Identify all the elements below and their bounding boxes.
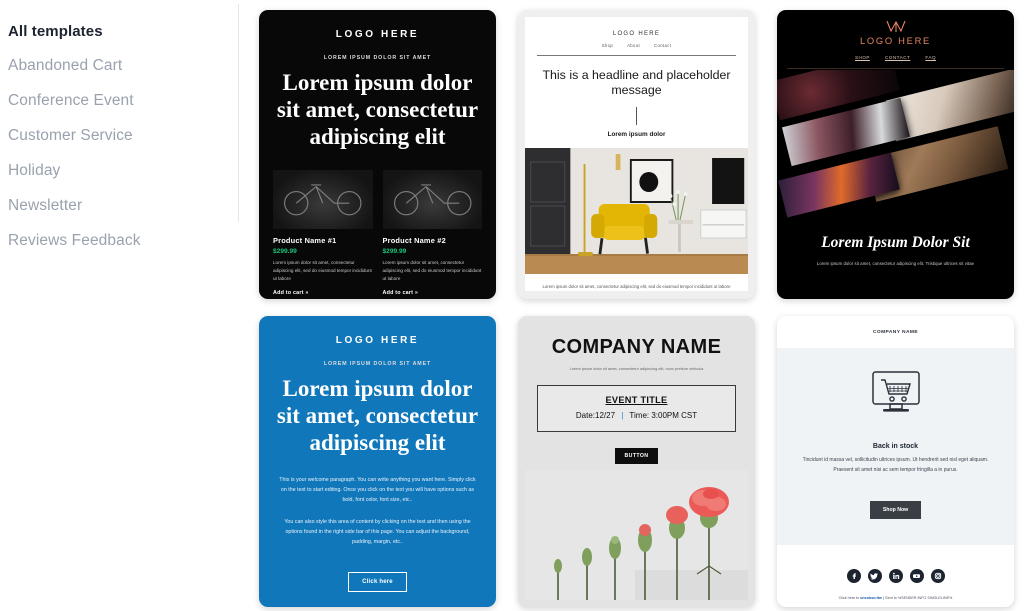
template-grid: LOGO HERE LOREM IPSUM DOLOR SIT AMET Lor… — [239, 0, 1024, 611]
sidebar-item-newsletter[interactable]: Newsletter — [4, 188, 239, 223]
template-card-product-promo-dark[interactable]: LOGO HERE LOREM IPSUM DOLOR SIT AMET Lor… — [259, 10, 496, 299]
instagram-icon[interactable] — [930, 568, 945, 583]
sidebar-item-reviews-feedback[interactable]: Reviews Feedback — [4, 223, 239, 258]
nav-link-contact[interactable]: CONTACT — [885, 55, 910, 60]
template-card-gallery-dark[interactable]: LOGO HERE SHOP CONTACT FAQ Lorem Ipsum D… — [777, 10, 1014, 299]
angled-artwork-tiles — [777, 70, 1014, 232]
card6-text: Tincidunt id massa vel, sollicitudin ult… — [802, 457, 989, 473]
w-monogram-icon — [777, 10, 1014, 33]
sidebar-item-conference-event[interactable]: Conference Event — [4, 83, 239, 118]
w-monogram-glyph — [885, 20, 906, 33]
product-name: Product Name #1 — [273, 235, 337, 245]
decorative-stem — [636, 107, 637, 126]
card4-paragraph-2: You can also style this area of content … — [284, 518, 471, 546]
unsubscribe-link[interactable]: unsubscribe — [860, 596, 882, 600]
product-price: $299.99 — [273, 247, 297, 255]
sidebar-item-customer-service[interactable]: Customer Service — [4, 118, 239, 153]
card6-footer: Click here to unsubscribe | Sent to %SEN… — [777, 583, 1014, 600]
youtube-icon[interactable] — [909, 568, 924, 583]
card2-inner: LOGO HERE Shop About Contact This is a h… — [525, 17, 748, 291]
card6-button-wrap: Shop Now — [793, 476, 998, 519]
social-links — [777, 545, 1014, 583]
event-button[interactable]: BUTTON — [614, 448, 659, 464]
card5-button-wrap: BUTTON — [525, 432, 748, 464]
bicycle-icon — [284, 184, 362, 216]
event-details-box: EVENT TITLE Date:12/27 | Time: 3:00PM CS… — [537, 385, 736, 432]
sidebar-item-holiday[interactable]: Holiday — [4, 153, 239, 188]
card3-headline: Lorem Ipsum Dolor Sit — [821, 234, 970, 251]
card1-logo: LOGO HERE — [335, 29, 420, 40]
bicycle-icon — [393, 184, 471, 216]
add-to-cart-link[interactable]: Add to cart » — [273, 290, 373, 296]
card1-headline: Lorem ipsum dolor sit amet, consectetur … — [276, 70, 479, 149]
nav-link-contact[interactable]: Contact — [654, 43, 671, 48]
card4-logo: LOGO HERE — [335, 335, 420, 346]
card2-headline: This is a headline and placeholder messa… — [542, 68, 731, 98]
facebook-icon[interactable] — [846, 568, 861, 583]
bicycle-photo — [382, 169, 482, 229]
living-room-photo — [525, 148, 748, 275]
monitor-cart-glyph — [871, 371, 920, 412]
living-room-illustration — [525, 148, 748, 275]
card3-logo: LOGO HERE — [859, 35, 932, 46]
nav-link-shop[interactable]: SHOP — [855, 55, 870, 60]
card6-title: Back in stock — [872, 443, 919, 450]
card2-footer-text: Lorem ipsum dolor sit amet, consectetur … — [542, 284, 731, 290]
card5-tagline: Lorem ipsum dolor sit amet, consectetur … — [569, 366, 704, 371]
event-time: Time: 3:00PM CST — [629, 411, 698, 420]
monitor-shopping-cart-icon — [793, 370, 998, 421]
card4-paragraph-1: This is your welcome paragraph. You can … — [279, 476, 476, 504]
card1-kicker: LOREM IPSUM DOLOR SIT AMET — [323, 55, 432, 61]
event-title: EVENT TITLE — [605, 395, 668, 405]
shop-now-button[interactable]: Shop Now — [869, 500, 922, 519]
nav-link-about[interactable]: About — [627, 43, 640, 48]
footer-prefix: Click here to — [838, 595, 861, 600]
flower-growth-illustration — [525, 470, 748, 600]
add-to-cart-link[interactable]: Add to cart » — [383, 290, 483, 296]
nav-link-faq[interactable]: FAQ — [925, 55, 936, 60]
card2-logo: LOGO HERE — [612, 31, 661, 37]
product-description: Lorem ipsum dolor sit amet, consectetur … — [382, 259, 482, 281]
card2-subheadline: Lorem ipsum dolor — [607, 131, 666, 139]
card4-kicker: LOREM IPSUM DOLOR SIT AMET — [323, 361, 432, 367]
template-card-event[interactable]: COMPANY NAME Lorem ipsum dolor sit amet,… — [518, 316, 755, 607]
template-card-minimal-headline[interactable]: LOGO HERE Shop About Contact This is a h… — [518, 10, 755, 299]
click-here-button[interactable]: Click here — [348, 571, 407, 592]
category-sidebar: All templates Abandoned Cart Conference … — [0, 0, 239, 611]
template-gallery-page: All templates Abandoned Cart Conference … — [0, 0, 1024, 611]
product-price: $299.99 — [382, 247, 407, 255]
template-card-welcome-blue[interactable]: LOGO HERE LOREM IPSUM DOLOR SIT AMET Lor… — [259, 316, 496, 607]
card5-inner: COMPANY NAME Lorem ipsum dolor sit amet,… — [525, 323, 748, 600]
product-description: Lorem ipsum dolor sit amet, consectetur … — [273, 259, 372, 281]
card6-body: Back in stock Tincidunt id massa vel, so… — [777, 348, 1014, 545]
card5-company-name: COMPANY NAME — [551, 336, 722, 358]
card3-nav: SHOP CONTACT FAQ — [777, 46, 1014, 60]
card4-headline: Lorem ipsum dolor sit amet, consectetur … — [276, 376, 479, 455]
twitter-icon[interactable] — [867, 568, 882, 583]
event-meta: Date:12/27 | Time: 3:00PM CST — [544, 405, 729, 420]
card6-company-name: COMPANY NAME — [872, 330, 919, 335]
card1-product-row: Product Name #1 $299.99 Lorem ipsum dolo… — [259, 151, 496, 296]
template-card-back-in-stock[interactable]: COMPANY NAME Back in stock Tincidunt id … — [777, 316, 1014, 607]
product-name: Product Name #2 — [382, 235, 446, 245]
nav-link-shop[interactable]: Shop — [602, 43, 613, 48]
product-item[interactable]: Product Name #2 $299.99 Lorem ipsum dolo… — [382, 169, 483, 296]
card3-subtext: Lorem ipsum dolor sit amet, consectetur … — [816, 261, 975, 266]
bicycle-photo — [273, 169, 373, 229]
card2-nav: Shop About Contact — [525, 37, 748, 48]
event-separator: | — [621, 411, 624, 420]
footer-suffix: | Sent to %SENDER INFO SINGLELINE% — [882, 595, 953, 600]
product-item[interactable]: Product Name #1 $299.99 Lorem ipsum dolo… — [273, 169, 373, 296]
event-date: Date:12/27 — [575, 411, 616, 420]
sidebar-item-all-templates[interactable]: All templates — [4, 14, 239, 48]
sidebar-item-abandoned-cart[interactable]: Abandoned Cart — [4, 48, 239, 83]
divider — [787, 68, 1004, 69]
carnation-flower-photo — [525, 470, 748, 600]
linkedin-icon[interactable] — [888, 568, 903, 583]
card4-button-wrap: Click here — [259, 548, 496, 592]
